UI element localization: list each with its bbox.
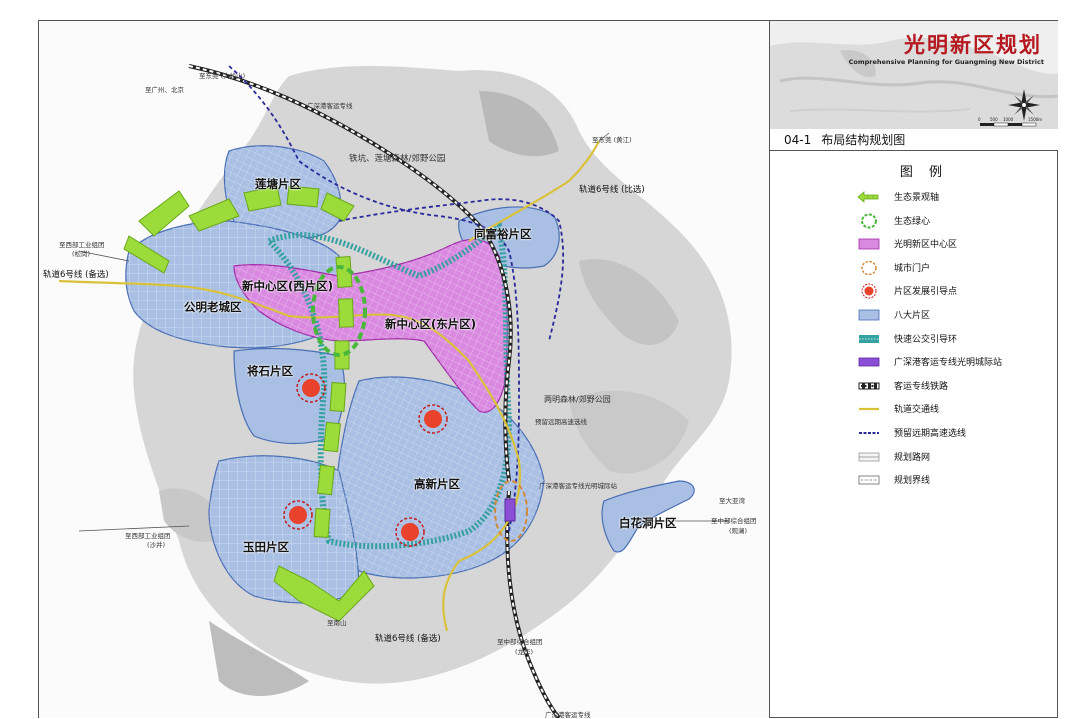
sheet-title: 布局结构规划图 [821, 133, 906, 147]
metro-line-icon [859, 408, 879, 411]
legend-label: 规划路网 [894, 452, 931, 463]
planning-map [58, 64, 732, 718]
legend: 图 例 生态景观轴 生态绿心 光明新区中心区 城市门户 片区发展引导点 八大片区… [770, 161, 1058, 493]
scale-label: 1000 [1003, 117, 1014, 122]
plan-sheet: 莲塘片区 公明老城区 新中心区(西片区) 新中心区(东片区) 同富裕片区 将石片… [38, 20, 1058, 718]
railway-icon [858, 382, 880, 390]
title-block: 0 500 1000 1500m 光明新区规划 Comprehensive Pl… [770, 21, 1058, 130]
legend-label: 生态景观轴 [894, 193, 940, 203]
plan-subtitle: Comprehensive Planning for Guangming New… [848, 58, 1044, 66]
line-label: 广深港客运专线光明城际站 [539, 482, 617, 490]
side-panel: 0 500 1000 1500m 光明新区规划 Comprehensive Pl… [770, 21, 1058, 718]
legend-label: 光明新区中心区 [894, 240, 958, 251]
district-label: 玉田片区 [243, 540, 289, 554]
district-label: 新中心区(东片区) [385, 317, 477, 331]
legend-item: 片区发展引导点 [770, 280, 1058, 304]
legend-item: 规划路网 [770, 446, 1058, 470]
line-label: 轨道6号线 (比选) [579, 185, 645, 195]
district-label: 高新片区 [414, 477, 460, 491]
legend-item: 八大片区 [770, 304, 1058, 328]
district-label: 将石片区 [247, 364, 293, 378]
legend-item: 城市门户 [770, 257, 1058, 281]
legend-item: 广深港客运专线光明城际站 [770, 351, 1058, 375]
direction-label: 至大亚湾 [719, 497, 745, 505]
direction-label: (观澜) [729, 527, 748, 535]
district-label: 公明老城区 [184, 300, 242, 314]
legend-label: 轨道交通线 [894, 405, 940, 416]
district-label: 新中心区(西片区) [242, 279, 334, 293]
center-area-icon [858, 238, 880, 250]
line-label: 广深港客运专线 [545, 711, 591, 718]
scale-label: 1500m [1028, 117, 1042, 122]
direction-label: 至中部综合组团 [497, 638, 543, 646]
legend-label: 规划界线 [894, 476, 931, 487]
direction-label: 至东莞 (大岭山) [199, 72, 246, 80]
intercity-station-icon [858, 357, 880, 367]
legend-item: 生态景观轴 [770, 186, 1058, 210]
legend-item: 预留远期高速选线 [770, 422, 1058, 446]
line-label: 预留远期高速选线 [535, 418, 587, 426]
legend-item: 光明新区中心区 [770, 233, 1058, 257]
line-label: 广深港客运专线 [307, 102, 353, 110]
scale-label: 500 [990, 117, 998, 122]
legend-title: 图 例 [899, 165, 949, 180]
legend-item: 生态绿心 [770, 210, 1058, 234]
district-label: 莲塘片区 [255, 177, 301, 191]
direction-label: 至广州、北京 [145, 86, 184, 94]
district-label: 同富裕片区 [474, 227, 532, 241]
direction-label: 至中部综合组团 [711, 517, 757, 525]
direction-label: (松岗) [72, 250, 91, 258]
legend-item: 快速公交引导环 [770, 328, 1058, 352]
legend-item: 规划界线 [770, 469, 1058, 493]
legend-label: 广深港客运专线光明城际站 [894, 358, 1003, 369]
direction-label: 至南山 [327, 619, 347, 627]
legend-label: 生态绿心 [894, 216, 931, 227]
road-network-icon [858, 452, 880, 461]
line-label: 轨道6号线 (备选) [375, 634, 441, 644]
district-icon [858, 309, 880, 321]
guide-point-icon [861, 283, 877, 299]
legend-label: 八大片区 [894, 310, 931, 321]
green-heart-icon [861, 213, 877, 229]
legend-label: 客运专线铁路 [894, 381, 949, 392]
legend-label: 城市门户 [894, 263, 931, 274]
sheet-title-bar: 04-1 布局结构规划图 [770, 129, 1058, 151]
intercity-station [504, 498, 516, 522]
planning-boundary-icon [858, 475, 880, 485]
legend-item: 轨道交通线 [770, 398, 1058, 422]
direction-label: 至东莞 (黄江) [592, 136, 632, 144]
eco-axis-arrow-icon [857, 191, 879, 203]
legend-label: 快速公交引导环 [894, 334, 958, 345]
park-label: 两明森林/郊野公园 [544, 395, 611, 404]
brt-ring-icon [859, 334, 879, 343]
line-label: 轨道6号线 (备选) [43, 270, 109, 280]
future-highway-icon [859, 431, 879, 434]
city-gate-icon [861, 260, 877, 276]
scale-bar [980, 122, 1037, 127]
park-label: 铁坑、莲塘森林/郊野公园 [349, 154, 446, 164]
district-label: 白花洞片区 [619, 516, 677, 530]
legend-item: 客运专线铁路 [770, 375, 1058, 399]
direction-label: (龙华) [515, 648, 534, 656]
plan-title: 光明新区规划 [904, 33, 1042, 57]
sheet-number: 04-1 [784, 133, 812, 147]
direction-label: (沙井) [147, 541, 166, 549]
legend-label: 预留远期高速选线 [894, 428, 967, 439]
map-panel[interactable]: 莲塘片区 公明老城区 新中心区(西片区) 新中心区(东片区) 同富裕片区 将石片… [39, 21, 770, 718]
legend-label: 片区发展引导点 [894, 287, 958, 298]
